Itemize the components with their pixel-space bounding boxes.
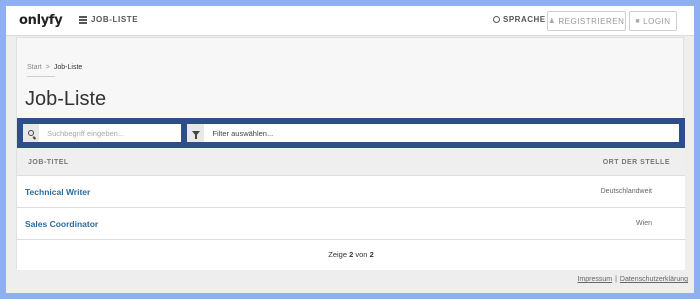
job-title-link[interactable]: Technical Writer <box>25 187 90 197</box>
breadcrumb-start[interactable]: Start <box>27 64 42 71</box>
top-navbar: onlyfy JOB-LISTE SPRACHE ♟ REGISTRIEREN … <box>6 6 694 36</box>
filter-field <box>187 124 679 142</box>
column-header-job-title: JOB-TITEL <box>28 159 69 166</box>
pagination-mid: von <box>355 250 368 259</box>
user-plus-icon: ♟ <box>548 18 556 25</box>
footer-separator: | <box>615 276 617 283</box>
nav-job-list-label: JOB-LISTE <box>91 15 139 24</box>
pagination-total: 2 <box>369 250 374 259</box>
filter-bar <box>17 118 685 148</box>
footer-links: Impressum | Datenschutzerklärung <box>577 276 688 283</box>
column-header-location: ORT DER STELLE <box>602 159 670 166</box>
filter-select-input[interactable] <box>204 124 679 142</box>
login-label: LOGIN <box>643 16 671 26</box>
register-button[interactable]: ♟ REGISTRIEREN <box>547 11 626 31</box>
job-title-link[interactable]: Sales Coordinator <box>25 219 98 229</box>
pagination-prefix: Zeige <box>328 250 348 259</box>
table-header: JOB-TITEL ORT DER STELLE <box>17 148 685 176</box>
divider <box>27 76 55 77</box>
register-label: REGISTRIEREN <box>558 16 625 26</box>
language-label: SPRACHE <box>503 15 546 24</box>
table-row: Technical Writer Deutschlandweit <box>17 176 685 208</box>
breadcrumb: Start > Job-Liste <box>27 64 82 71</box>
table-row: Sales Coordinator Wien <box>17 208 685 240</box>
lock-icon: ■ <box>635 17 641 25</box>
language-dropdown[interactable]: SPRACHE <box>493 15 546 24</box>
breadcrumb-separator: > <box>45 64 50 71</box>
job-list-card: Start > Job-Liste Job-Liste JOB-TITEL OR… <box>16 37 685 270</box>
search-icon <box>23 124 40 142</box>
search-field <box>23 124 181 142</box>
onlyfy-logo[interactable]: onlyfy <box>19 13 63 28</box>
pagination-info: Zeige 2 von 2 <box>17 240 685 270</box>
nav-job-list-link[interactable]: JOB-LISTE <box>79 15 138 24</box>
globe-icon <box>493 16 500 23</box>
page-frame: onlyfy JOB-LISTE SPRACHE ♟ REGISTRIEREN … <box>6 6 694 293</box>
pagination-shown: 2 <box>349 250 354 259</box>
job-location: Wien <box>636 220 652 227</box>
login-button[interactable]: ■ LOGIN <box>629 11 677 31</box>
imprint-link[interactable]: Impressum <box>577 276 612 283</box>
page-title: Job-Liste <box>25 88 107 110</box>
job-location: Deutschlandweit <box>600 188 652 195</box>
search-input[interactable] <box>39 124 181 142</box>
privacy-link[interactable]: Datenschutzerklärung <box>620 276 688 283</box>
breadcrumb-current: Job-Liste <box>53 64 83 71</box>
list-icon <box>79 16 87 24</box>
filter-icon <box>187 124 205 142</box>
